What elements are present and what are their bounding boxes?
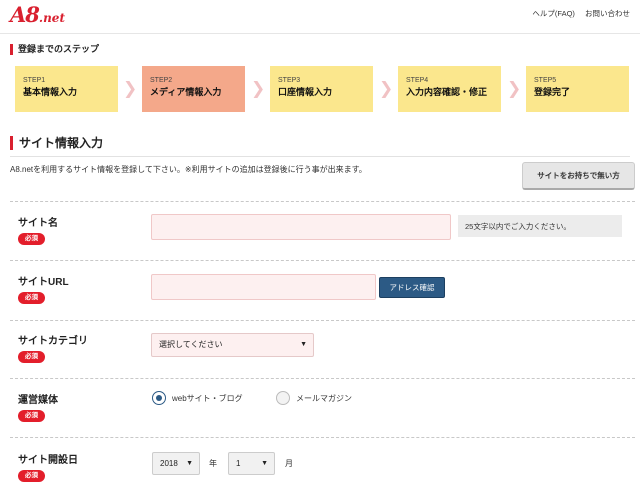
contact-link[interactable]: お問い合わせ [585,9,630,18]
address-check-button[interactable]: アドレス確認 [379,277,445,298]
site-url-input[interactable] [151,274,376,300]
chevron-right-icon: ❯ [379,79,394,98]
site-url-label: サイトURL [18,277,69,288]
step-number: STEP1 [23,77,46,84]
step-number: STEP5 [534,77,557,84]
select-value: 2018 [160,459,178,468]
site-name-hint: 25文字以内でご入力ください。 [458,215,622,237]
select-value: 1 [236,459,241,468]
header-links: ヘルプ(FAQ) お問い合わせ [524,8,630,19]
media-label: 運営媒体 [18,395,58,406]
site-name-label: サイト名 [18,218,58,229]
month-unit: 月 [285,459,293,468]
steps-heading: 登録までのステップ [10,44,99,55]
divider [10,378,635,379]
site-header: A8.net ヘルプ(FAQ) お問い合わせ [0,0,640,34]
step-3: STEP3 口座情報入力 [270,66,373,112]
step-number: STEP2 [150,77,173,84]
step-2: STEP2 メディア情報入力 [142,66,245,112]
year-unit: 年 [209,459,217,468]
help-faq-link[interactable]: ヘルプ(FAQ) [532,9,575,18]
caret-down-icon: ▼ [300,341,307,348]
a8-logo[interactable]: A8.net [10,2,65,27]
select-value: 選択してください [159,340,223,349]
required-badge: 必須 [18,292,45,304]
intro-text: A8.netを利用するサイト情報を登録して下さい。※利用サイトの追加は登録後に行… [10,165,367,174]
no-site-button[interactable]: サイトをお持ちで無い方 [522,162,635,190]
step-name: 入力内容確認・修正 [406,87,488,97]
logo-suffix-text: .net [38,11,65,25]
chevron-right-icon: ❯ [123,79,138,98]
step-number: STEP4 [406,77,429,84]
radio-label: メールマガジン [296,394,352,403]
step-number: STEP3 [278,77,301,84]
radio-selected-icon[interactable] [152,391,166,405]
step-4: STEP4 入力内容確認・修正 [398,66,501,112]
divider [10,437,635,438]
site-category-select[interactable]: 選択してください ▼ [151,333,314,357]
radio-label: webサイト・ブログ [172,394,243,403]
step-name: 基本情報入力 [23,87,78,97]
site-opened-label: サイト開設日 [18,455,78,466]
step-name: 登録完了 [534,87,571,97]
site-name-input[interactable] [151,214,451,240]
chevron-right-icon: ❯ [507,79,522,98]
required-badge: 必須 [18,351,45,363]
year-select[interactable]: 2018 ▼ [152,452,200,475]
divider [10,201,635,202]
section-title: サイト情報入力 [10,136,103,150]
step-1: STEP1 基本情報入力 [15,66,118,112]
site-category-label: サイトカテゴリ [18,336,88,347]
step-name: メディア情報入力 [150,87,222,97]
chevron-right-icon: ❯ [251,79,266,98]
divider [10,260,635,261]
required-badge: 必須 [18,410,45,422]
required-badge: 必須 [18,470,45,482]
caret-down-icon: ▼ [261,460,268,467]
required-badge: 必須 [18,233,45,245]
month-select[interactable]: 1 ▼ [228,452,275,475]
step-name: 口座情報入力 [278,87,333,97]
divider [10,320,635,321]
step-5: STEP5 登録完了 [526,66,629,112]
caret-down-icon: ▼ [186,460,193,467]
divider [10,156,630,157]
radio-unselected-icon[interactable] [276,391,290,405]
logo-main-text: A8 [10,2,40,27]
